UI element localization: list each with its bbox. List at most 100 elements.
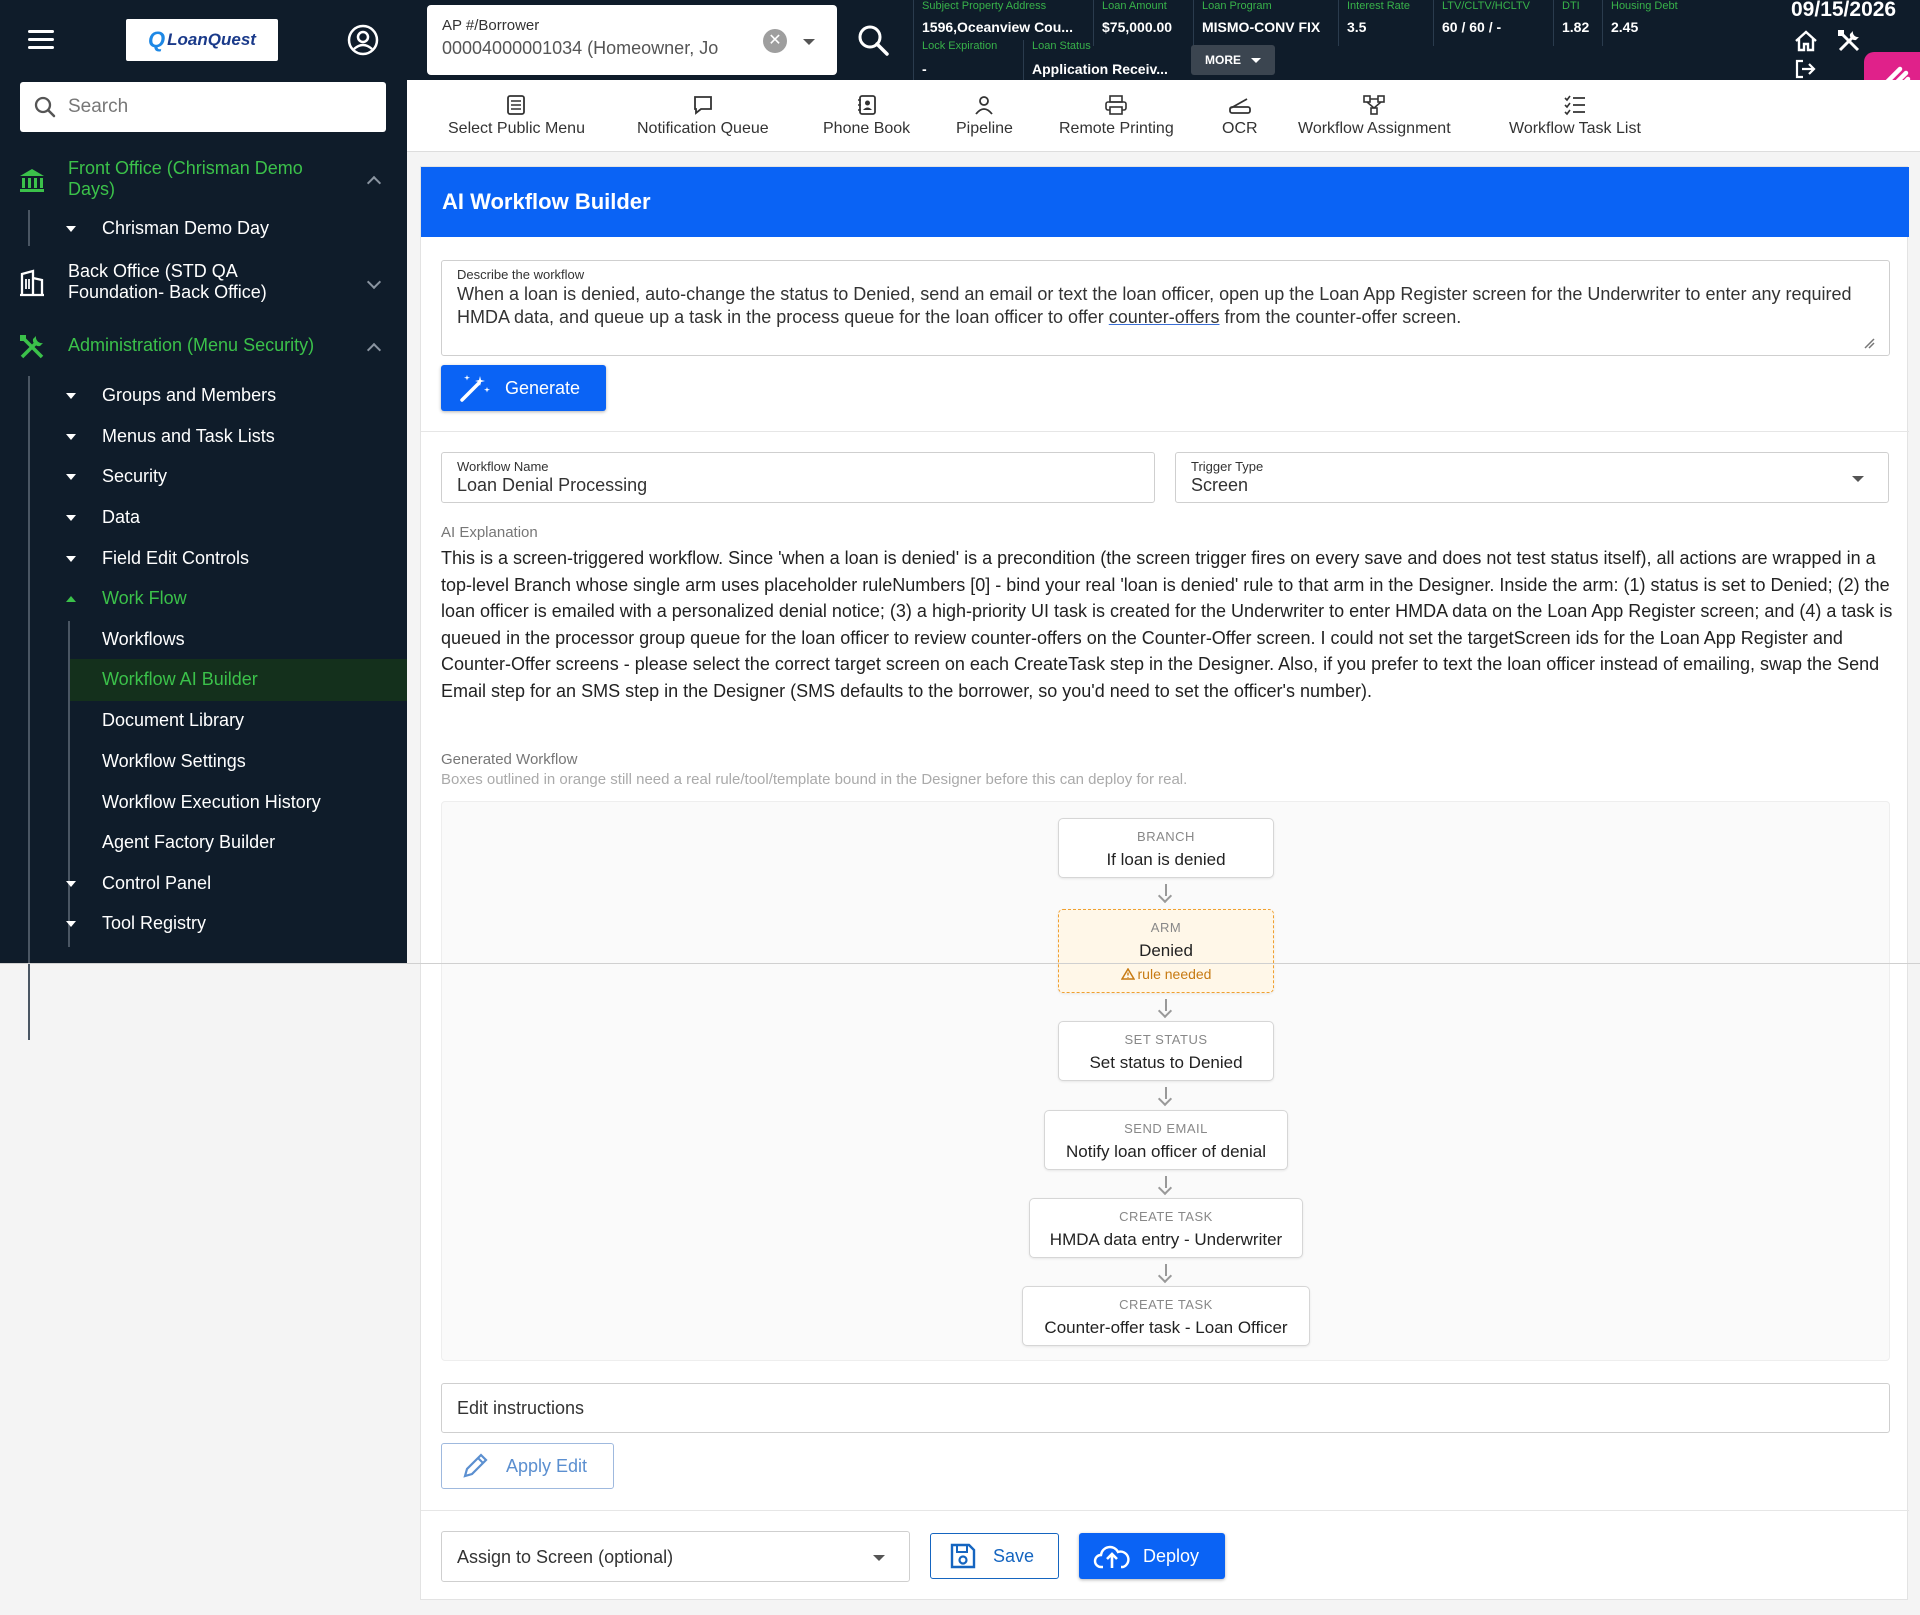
workflow-name-value: Loan Denial Processing <box>457 475 648 495</box>
workflow-node-arm[interactable]: ARM Denied rule needed <box>1058 909 1274 993</box>
trigger-type-select[interactable]: Trigger Type Screen <box>1175 452 1889 503</box>
search-icon[interactable] <box>855 22 891 58</box>
workflow-node-branch[interactable]: BRANCH If loan is denied <box>1058 818 1274 878</box>
sidebar-item-tool-registry[interactable]: Tool Registry <box>0 913 407 937</box>
sidebar-group-administration[interactable]: Administration (Menu Security) <box>0 333 407 363</box>
sidebar-group-front-office[interactable]: Front Office (Chrisman Demo Days) <box>0 158 407 204</box>
workflow-name-field[interactable]: Workflow Name Loan Denial Processing <box>441 452 1155 503</box>
clear-icon[interactable]: ✕ <box>763 29 787 53</box>
info-value: 1596,Oceanview Cou... <box>922 19 1073 35</box>
describe-workflow-text: When a loan is denied, auto-change the s… <box>457 283 1872 329</box>
checklist-icon <box>1564 95 1585 116</box>
sidebar-item-data[interactable]: Data <box>0 507 407 531</box>
toolbar-workflow-task-list[interactable]: Workflow Task List <box>1509 94 1641 138</box>
search-icon <box>34 96 56 118</box>
info-label: Lock Expiration <box>922 40 998 52</box>
deploy-button[interactable]: Deploy <box>1079 1533 1225 1579</box>
node-type: BRANCH <box>1137 829 1195 844</box>
info-interest-rate: Interest Rate 3.5 <box>1338 0 1433 46</box>
describe-workflow-textarea[interactable]: Describe the workflow When a loan is den… <box>441 260 1890 356</box>
chat-bubble-icon <box>693 96 712 115</box>
info-value: 3.5 <box>1347 19 1367 35</box>
info-value: 1.82 <box>1562 19 1590 35</box>
info-value: 60 / 60 / - <box>1442 19 1502 35</box>
sidebar-item-field-edit-controls[interactable]: Field Edit Controls <box>0 548 407 572</box>
sidebar-search-input[interactable]: Search <box>20 82 386 132</box>
building-icon <box>20 269 44 297</box>
sidebar-item-groups-and-members[interactable]: Groups and Members <box>0 385 407 409</box>
workflow-nodes-icon <box>1363 95 1386 115</box>
workflow-node-create-task-hmda[interactable]: CREATE TASK HMDA data entry - Underwrite… <box>1029 1198 1303 1258</box>
sidebar-group-back-office[interactable]: Back Office (STD QA Foundation- Back Off… <box>0 261 407 307</box>
edit-instructions-input[interactable]: Edit instructions <box>441 1383 1890 1433</box>
info-lock-expiration: Lock Expiration - <box>913 40 1013 80</box>
node-type: CREATE TASK <box>1119 1209 1213 1224</box>
info-value: - <box>922 61 927 77</box>
info-label: Interest Rate <box>1347 0 1410 12</box>
sidebar-item-document-library[interactable]: Document Library <box>0 710 407 736</box>
divider <box>421 431 1909 432</box>
node-label: Denied <box>1139 941 1193 960</box>
sidebar-item-workflow-ai-builder[interactable]: Workflow AI Builder <box>70 659 407 701</box>
node-type: CREATE TASK <box>1119 1297 1213 1312</box>
apply-edit-button[interactable]: Apply Edit <box>441 1443 614 1489</box>
assign-to-screen-select[interactable]: Assign to Screen (optional) <box>441 1531 910 1582</box>
toolbar-workflow-assignment[interactable]: Workflow Assignment <box>1298 94 1451 138</box>
sidebar-item-label: Work Flow <box>102 588 187 608</box>
caret-down-icon <box>66 393 76 399</box>
sidebar-item-label: Menus and Task Lists <box>102 426 275 446</box>
sidebar-item-security[interactable]: Security <box>0 466 407 490</box>
describe-text-part: from the counter-offer screen. <box>1219 307 1462 327</box>
ai-explanation-label: AI Explanation <box>441 524 538 541</box>
sidebar-item-workflows[interactable]: Workflows <box>0 629 407 655</box>
sidebar-item-work-flow[interactable]: Work Flow <box>0 588 407 612</box>
borrower-label: AP #/Borrower <box>442 17 540 34</box>
chevron-up-icon[interactable] <box>366 342 382 358</box>
chevron-down-icon[interactable] <box>366 274 382 290</box>
sidebar-item-chrisman-demo-day[interactable]: Chrisman Demo Day <box>0 218 407 242</box>
sidebar-item-agent-factory-builder[interactable]: Agent Factory Builder <box>0 832 407 858</box>
toolbar-ocr[interactable]: OCR <box>1222 94 1258 138</box>
sidebar-item-menus-and-task-lists[interactable]: Menus and Task Lists <box>0 426 407 450</box>
sidebar-item-label: Agent Factory Builder <box>102 832 276 852</box>
toolbar-select-public-menu[interactable]: Select Public Menu <box>448 94 585 138</box>
info-loan-program: Loan Program MISMO-CONV FIX <box>1193 0 1338 46</box>
sidebar-item-control-panel[interactable]: Control Panel <box>0 873 407 897</box>
tools-icon[interactable] <box>1836 28 1862 54</box>
info-label: Loan Program <box>1202 0 1272 12</box>
home-icon[interactable] <box>1793 28 1819 54</box>
workflow-node-create-task-counter-offer[interactable]: CREATE TASK Counter-offer task - Loan Of… <box>1022 1286 1310 1346</box>
toolbar-pipeline[interactable]: Pipeline <box>956 94 1013 138</box>
save-button[interactable]: Save <box>930 1533 1059 1579</box>
sidebar-item-workflow-execution-history[interactable]: Workflow Execution History <box>0 792 407 818</box>
generate-button[interactable]: Generate <box>441 365 606 411</box>
borrower-select[interactable]: AP #/Borrower 00004000001034 (Homeowner,… <box>427 5 837 75</box>
more-button[interactable]: MORE <box>1191 45 1275 75</box>
top-bar: Q LoanQuest AP #/Borrower 00004000001034 … <box>0 0 1920 80</box>
workflow-node-send-email[interactable]: SEND EMAIL Notify loan officer of denial <box>1044 1110 1288 1170</box>
sidebar-item-label: Data <box>102 507 141 527</box>
toolbar-notification-queue[interactable]: Notification Queue <box>637 94 769 138</box>
logout-icon[interactable] <box>1793 58 1817 80</box>
toolbar-remote-printing[interactable]: Remote Printing <box>1059 94 1174 138</box>
sidebar-item-workflow-settings[interactable]: Workflow Settings <box>0 751 407 777</box>
workflow-builder-card: AI Workflow Builder Describe the workflo… <box>420 166 1909 1600</box>
info-ltv: LTV/CLTV/HCLTV 60 / 60 / - <box>1433 0 1553 46</box>
bank-icon <box>20 169 44 192</box>
workflow-node-set-status[interactable]: SET STATUS Set status to Denied <box>1058 1021 1274 1081</box>
hamburger-menu-icon[interactable] <box>28 30 54 50</box>
caret-down-icon <box>66 434 76 440</box>
floppy-disk-icon <box>950 1543 976 1569</box>
chevron-down-icon[interactable] <box>803 39 815 45</box>
trigger-type-label: Trigger Type <box>1191 459 1264 474</box>
assign-to-screen-placeholder: Assign to Screen (optional) <box>457 1547 674 1567</box>
resize-handle-icon[interactable] <box>1863 337 1875 349</box>
node-label: HMDA data entry - Underwriter <box>1049 1230 1283 1249</box>
user-account-icon[interactable] <box>347 24 379 56</box>
generate-label: Generate <box>505 377 581 398</box>
viewport-boundary-line <box>0 963 1920 964</box>
toolbar-phone-book[interactable]: Phone Book <box>823 94 910 138</box>
node-label: If loan is denied <box>1106 850 1226 869</box>
toolbar-label: Phone Book <box>823 120 911 137</box>
chevron-up-icon[interactable] <box>366 175 382 191</box>
